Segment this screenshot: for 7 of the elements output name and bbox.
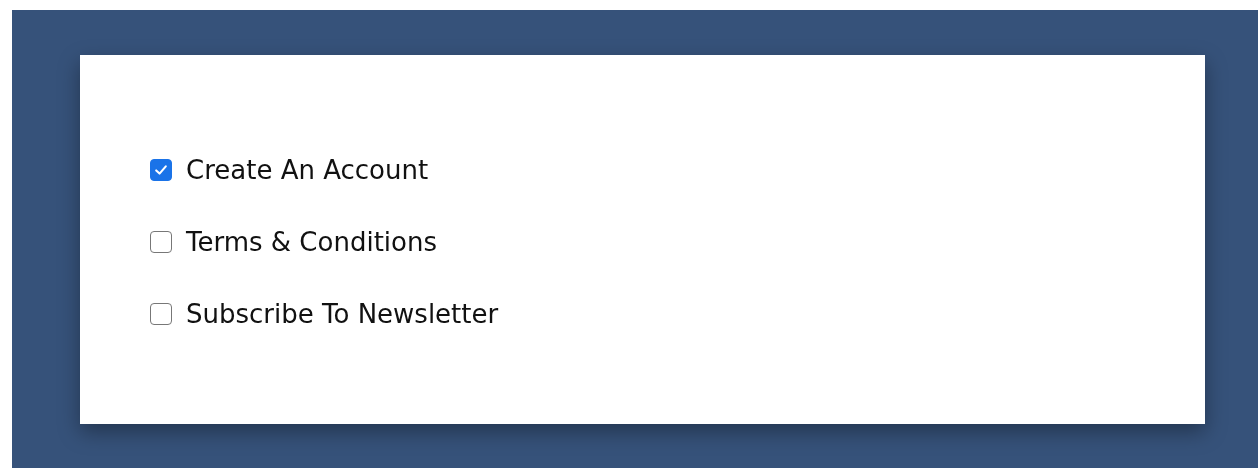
checkmark-icon xyxy=(153,162,169,178)
checkbox-label[interactable]: Terms & Conditions xyxy=(186,227,437,257)
checkbox-label[interactable]: Subscribe To Newsletter xyxy=(186,299,499,329)
checkbox[interactable] xyxy=(150,159,172,181)
checkbox[interactable] xyxy=(150,303,172,325)
checkbox[interactable] xyxy=(150,231,172,253)
checkbox-label[interactable]: Create An Account xyxy=(186,155,429,185)
